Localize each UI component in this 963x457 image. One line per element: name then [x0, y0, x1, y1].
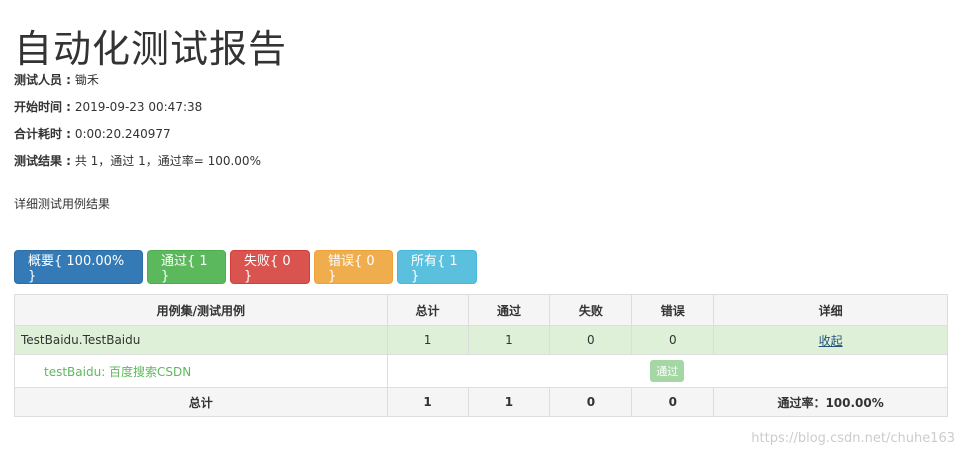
result-row: 测试结果 : 共 1，通过 1，通过率= 100.00%: [14, 152, 261, 169]
duration-row: 合计耗时 : 0:00:20.240977: [14, 125, 171, 142]
case-status-badge[interactable]: 通过: [650, 360, 685, 382]
fail-filter-button[interactable]: 失败{ 0 }: [230, 250, 310, 284]
suite-total: 1: [386, 325, 469, 355]
suite-detail-cell: 收起: [713, 325, 948, 355]
result-value: 共 1，通过 1，通过率= 100.00%: [74, 154, 261, 168]
table-header-row: 用例集/测试用例 总计 通过 失败 错误 详细: [14, 294, 948, 326]
suite-fail: 0: [549, 325, 633, 355]
header-suite-case: 用例集/测试用例: [14, 294, 388, 326]
duration-value: 0:00:20.240977: [74, 127, 171, 141]
header-pass: 通过: [467, 294, 551, 326]
header-error: 错误: [631, 294, 715, 326]
total-total: 1: [386, 387, 469, 417]
suite-name: TestBaidu.TestBaidu: [14, 325, 388, 355]
header-fail: 失败: [549, 294, 633, 326]
collapse-link[interactable]: 收起: [819, 334, 843, 348]
start-time-label: 开始时间 :: [14, 100, 71, 114]
tester-label: 测试人员 :: [14, 73, 71, 87]
summary-button[interactable]: 概要{ 100.00% }: [14, 250, 143, 284]
detail-note: 详细测试用例结果: [14, 197, 111, 211]
error-filter-button[interactable]: 错误{ 0 }: [314, 250, 393, 284]
header-total: 总计: [386, 294, 469, 326]
total-pass: 1: [467, 387, 551, 417]
suite-row: TestBaidu.TestBaidu 1 1 0 0 收起: [14, 325, 948, 355]
total-row: 总计 1 1 0 0 通过率：100.00%: [14, 387, 948, 417]
header-detail: 详细: [713, 294, 948, 326]
case-name: testBaidu: 百度搜索CSDN: [14, 354, 388, 388]
filter-button-group: 概要{ 100.00% } 通过{ 1 } 失败{ 0 } 错误{ 0 } 所有…: [14, 250, 477, 284]
total-rate: 通过率：100.00%: [713, 387, 948, 417]
tester-row: 测试人员 : 锄禾: [14, 71, 99, 88]
case-row: testBaidu: 百度搜索CSDN 通过: [14, 354, 949, 388]
report-title: 自动化测试报告: [14, 27, 288, 71]
start-time-value: 2019-09-23 00:47:38: [74, 100, 203, 114]
duration-label: 合计耗时 :: [14, 127, 71, 141]
suite-error: 0: [631, 325, 715, 355]
all-filter-button[interactable]: 所有{ 1 }: [397, 250, 477, 284]
total-label: 总计: [14, 387, 388, 417]
case-status-cell: 通过: [386, 354, 949, 388]
tester-value: 锄禾: [74, 73, 99, 87]
total-fail: 0: [549, 387, 633, 417]
result-table: 用例集/测试用例 总计 通过 失败 错误 详细 TestBaidu.TestBa…: [14, 294, 949, 417]
total-error: 0: [631, 387, 715, 417]
result-label: 测试结果 :: [14, 154, 71, 168]
start-time-row: 开始时间 : 2019-09-23 00:47:38: [14, 98, 202, 115]
watermark: https://blog.csdn.net/chuhe163: [751, 431, 955, 446]
pass-filter-button[interactable]: 通过{ 1 }: [147, 250, 226, 284]
suite-pass: 1: [467, 325, 551, 355]
